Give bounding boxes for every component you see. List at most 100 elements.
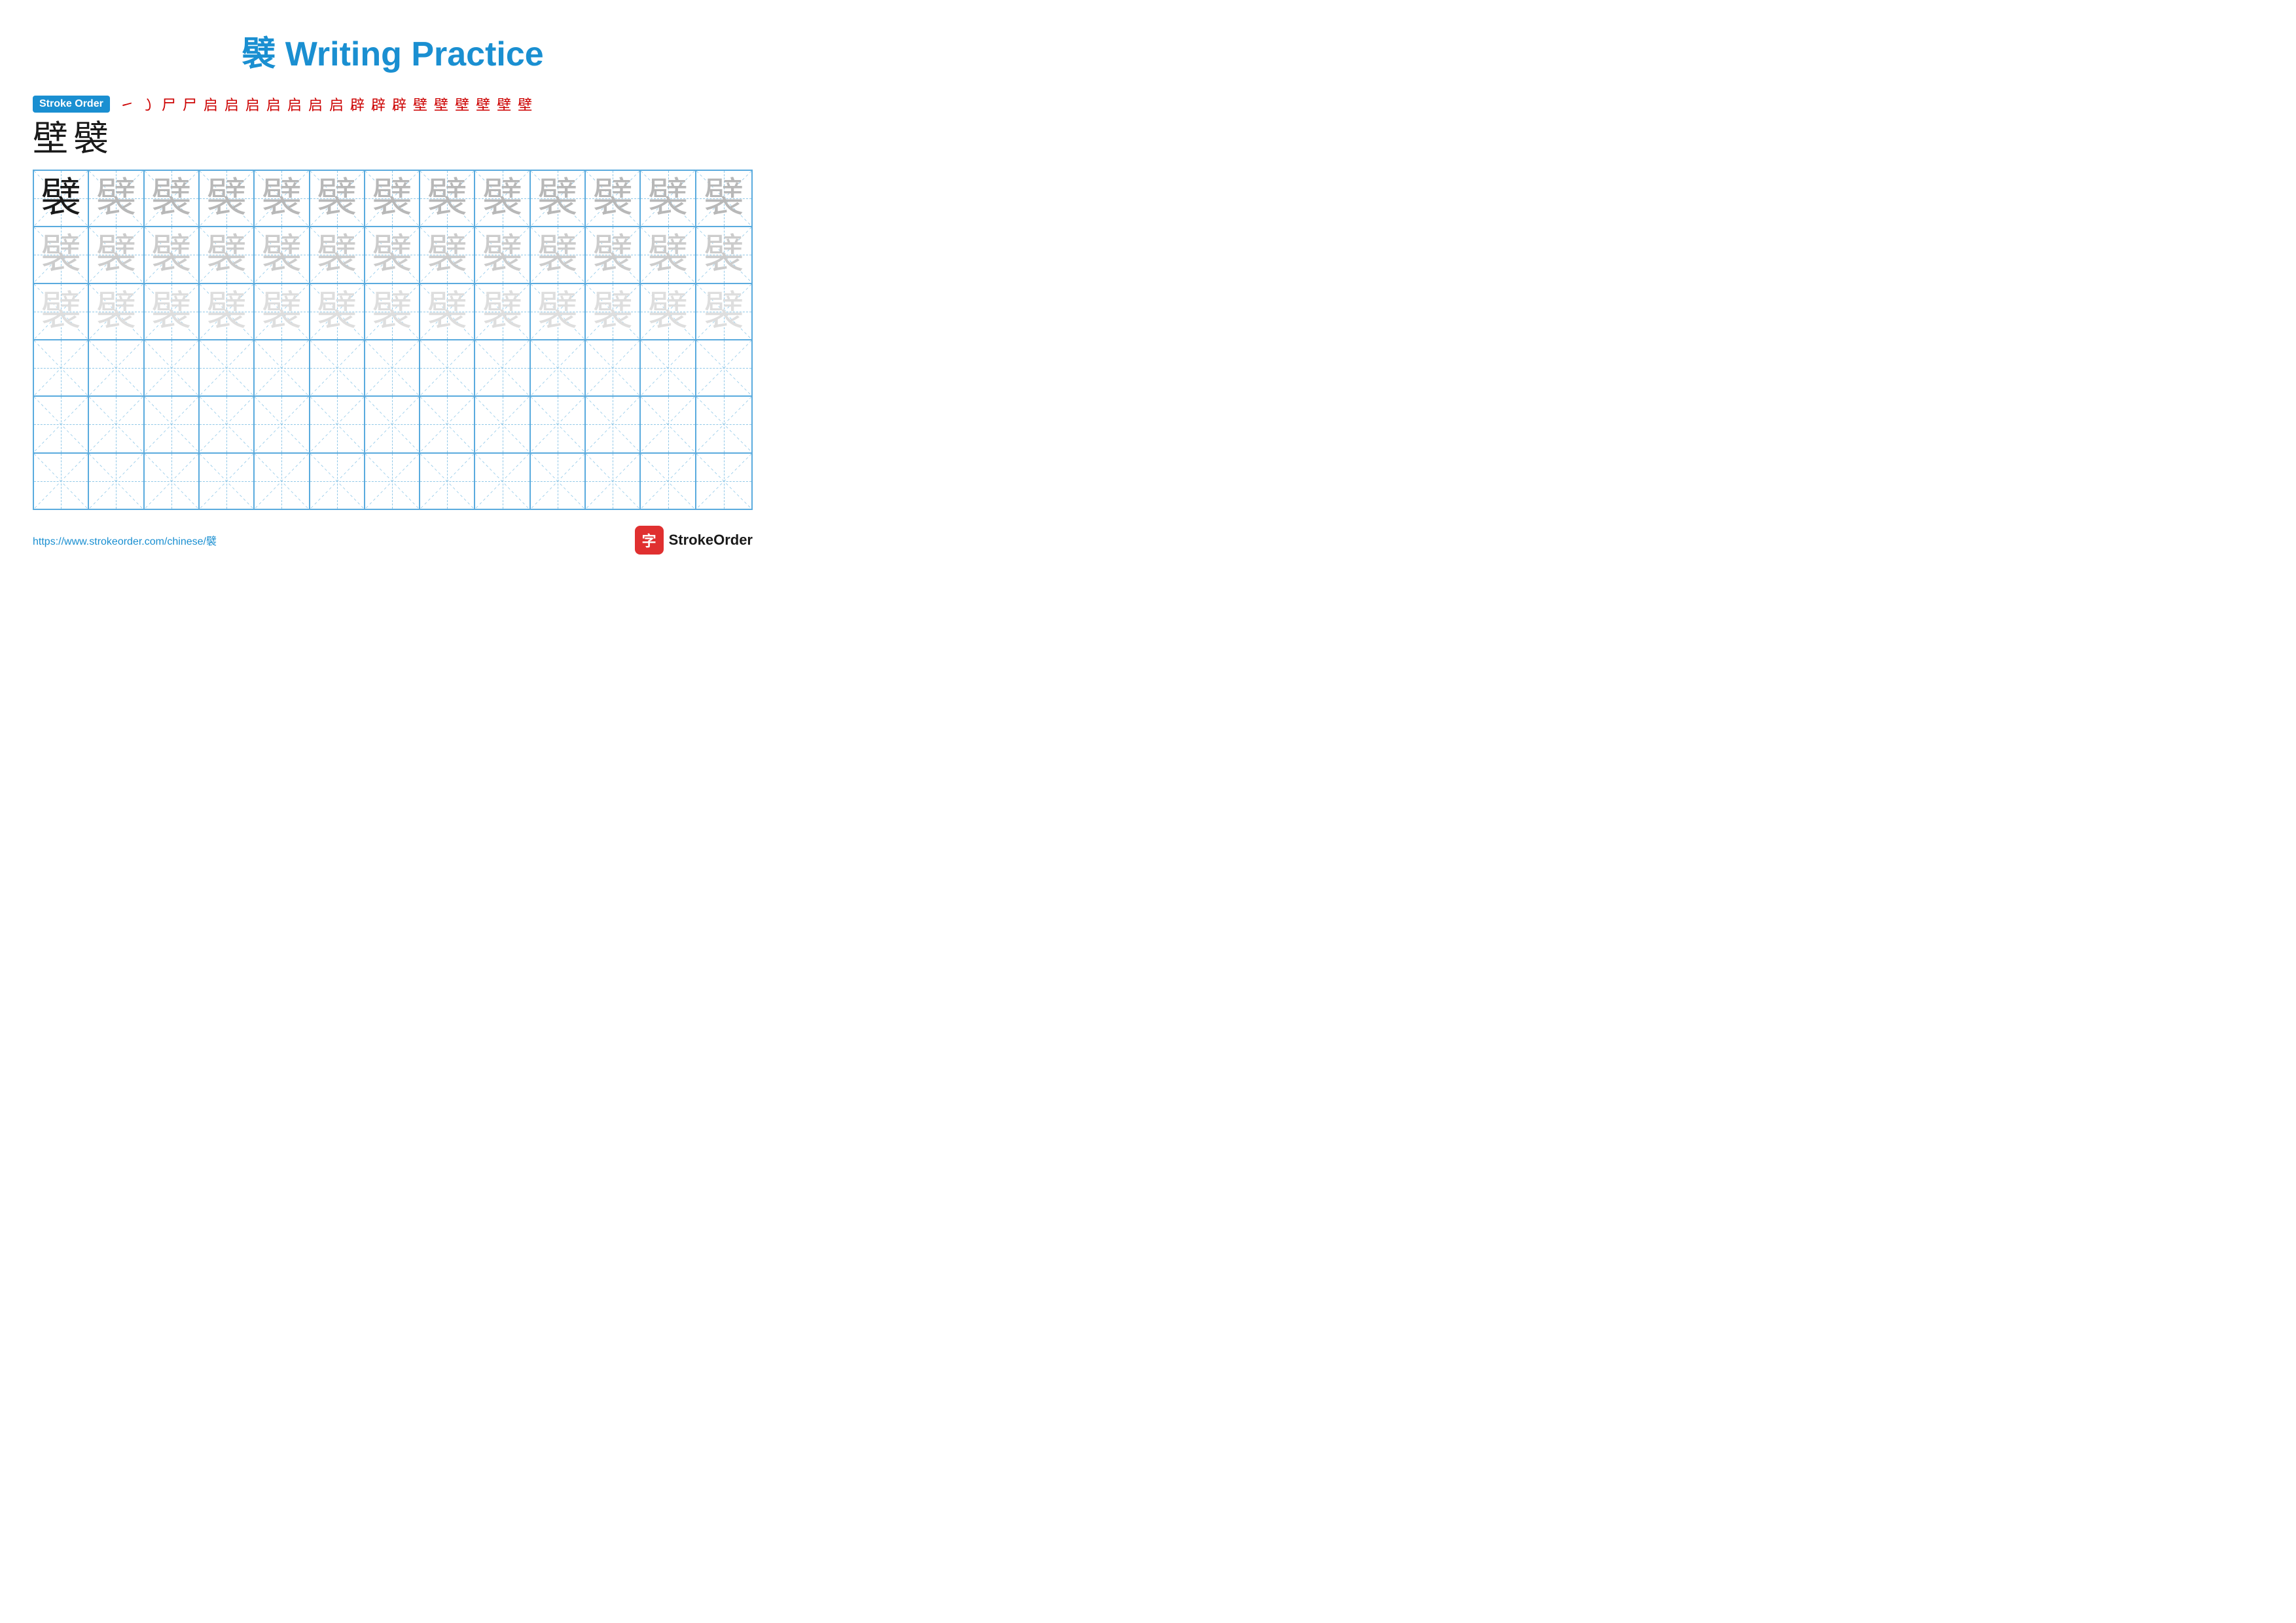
stroke-step-13: 辟 — [392, 94, 406, 115]
grid-cell[interactable] — [89, 454, 144, 509]
grid-cell[interactable] — [531, 340, 586, 395]
grid-cell[interactable] — [641, 340, 696, 395]
grid-cell[interactable] — [586, 454, 641, 509]
grid-cell[interactable]: 襞 — [641, 227, 696, 282]
practice-char: 襞 — [261, 291, 302, 332]
grid-cell[interactable]: 襞 — [200, 227, 255, 282]
practice-char: 襞 — [96, 234, 136, 275]
grid-cell[interactable]: 襞 — [475, 171, 530, 226]
footer-url[interactable]: https://www.strokeorder.com/chinese/襞 — [33, 532, 217, 548]
grid-cell[interactable]: 襞 — [475, 227, 530, 282]
grid-cell[interactable] — [145, 397, 200, 452]
grid-cell[interactable] — [365, 397, 420, 452]
practice-char: 襞 — [41, 178, 81, 219]
grid-cell[interactable] — [255, 340, 310, 395]
grid-cell[interactable]: 襞 — [696, 284, 751, 339]
practice-char: 襞 — [648, 234, 689, 275]
stroke-step-5: 启 — [224, 94, 239, 115]
grid-cell[interactable] — [475, 340, 530, 395]
grid-cell[interactable]: 襞 — [200, 284, 255, 339]
grid-cell[interactable] — [200, 454, 255, 509]
practice-char: 襞 — [317, 178, 357, 219]
grid-cell[interactable]: 襞 — [420, 284, 475, 339]
grid-cell[interactable] — [586, 340, 641, 395]
grid-cell[interactable] — [696, 397, 751, 452]
grid-cell[interactable]: 襞 — [531, 227, 586, 282]
grid-cell[interactable]: 襞 — [310, 171, 365, 226]
grid-cell[interactable]: 襞 — [641, 284, 696, 339]
grid-cell[interactable]: 襞 — [34, 171, 89, 226]
grid-cell[interactable]: 襞 — [310, 284, 365, 339]
grid-cell[interactable] — [365, 340, 420, 395]
grid-cell[interactable] — [365, 454, 420, 509]
stroke-step-8: 启 — [287, 94, 302, 115]
stroke-step-17: 壁 — [476, 94, 490, 115]
grid-cell[interactable] — [200, 397, 255, 452]
grid-cell[interactable] — [200, 340, 255, 395]
grid-cell[interactable]: 襞 — [145, 171, 200, 226]
grid-cell[interactable]: 襞 — [89, 284, 144, 339]
grid-cell[interactable]: 襞 — [696, 171, 751, 226]
grid-cell[interactable]: 襞 — [475, 284, 530, 339]
practice-char: 襞 — [704, 291, 744, 332]
grid-cell[interactable] — [310, 397, 365, 452]
grid-cell[interactable]: 襞 — [145, 227, 200, 282]
grid-cell[interactable] — [89, 340, 144, 395]
grid-row: 襞襞襞襞襞襞襞襞襞襞襞襞襞 — [34, 284, 751, 340]
grid-cell[interactable] — [255, 397, 310, 452]
grid-cell[interactable] — [310, 340, 365, 395]
grid-cell[interactable] — [420, 397, 475, 452]
grid-cell[interactable] — [641, 397, 696, 452]
grid-cell[interactable] — [34, 397, 89, 452]
grid-cell[interactable]: 襞 — [34, 227, 89, 282]
grid-cell[interactable]: 襞 — [89, 227, 144, 282]
grid-cell[interactable]: 襞 — [255, 227, 310, 282]
grid-cell[interactable] — [420, 340, 475, 395]
grid-cell[interactable] — [34, 454, 89, 509]
grid-cell[interactable]: 襞 — [145, 284, 200, 339]
grid-cell[interactable]: 襞 — [89, 171, 144, 226]
grid-row — [34, 454, 751, 509]
grid-cell[interactable]: 襞 — [34, 284, 89, 339]
grid-cell[interactable]: 襞 — [310, 227, 365, 282]
grid-cell[interactable] — [641, 454, 696, 509]
brand-name: StrokeOrder — [669, 532, 753, 549]
stroke-step-9: 启 — [308, 94, 323, 115]
stroke-order-row: Stroke Order ㇀㇁尸尸启启启启启启启辟辟辟壁壁壁壁壁壁 — [33, 94, 753, 115]
grid-cell[interactable]: 襞 — [200, 171, 255, 226]
grid-cell[interactable]: 襞 — [365, 171, 420, 226]
practice-char: 襞 — [592, 291, 633, 332]
grid-cell[interactable]: 襞 — [420, 227, 475, 282]
grid-cell[interactable]: 襞 — [420, 171, 475, 226]
grid-cell[interactable] — [696, 454, 751, 509]
grid-cell[interactable]: 襞 — [586, 227, 641, 282]
grid-cell[interactable]: 襞 — [365, 284, 420, 339]
grid-cell[interactable]: 襞 — [255, 171, 310, 226]
grid-cell[interactable] — [145, 340, 200, 395]
grid-cell[interactable] — [34, 340, 89, 395]
practice-char: 襞 — [482, 178, 523, 219]
grid-cell[interactable]: 襞 — [531, 284, 586, 339]
grid-row — [34, 340, 751, 397]
grid-cell[interactable] — [696, 340, 751, 395]
grid-cell[interactable]: 襞 — [255, 284, 310, 339]
grid-cell[interactable]: 襞 — [586, 284, 641, 339]
practice-char: 襞 — [482, 234, 523, 275]
grid-cell[interactable] — [310, 454, 365, 509]
stroke-step-1: ㇁ — [141, 94, 155, 115]
grid-cell[interactable] — [89, 397, 144, 452]
grid-cell[interactable] — [531, 397, 586, 452]
grid-cell[interactable]: 襞 — [365, 227, 420, 282]
grid-cell[interactable]: 襞 — [531, 171, 586, 226]
grid-cell[interactable] — [475, 454, 530, 509]
practice-char: 襞 — [151, 234, 192, 275]
grid-cell[interactable]: 襞 — [641, 171, 696, 226]
grid-cell[interactable]: 襞 — [696, 227, 751, 282]
grid-cell[interactable]: 襞 — [586, 171, 641, 226]
grid-cell[interactable] — [586, 397, 641, 452]
grid-cell[interactable] — [475, 397, 530, 452]
grid-cell[interactable] — [145, 454, 200, 509]
grid-cell[interactable] — [531, 454, 586, 509]
grid-cell[interactable] — [255, 454, 310, 509]
grid-cell[interactable] — [420, 454, 475, 509]
